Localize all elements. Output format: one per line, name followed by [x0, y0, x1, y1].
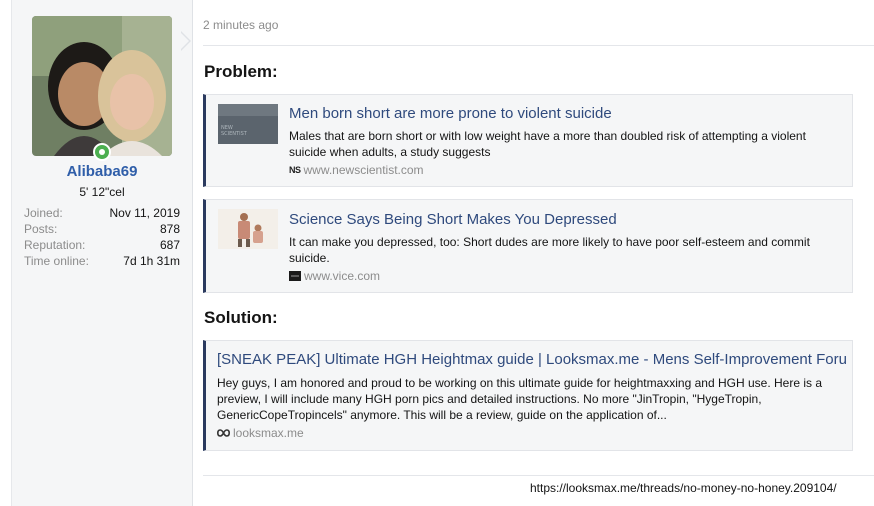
stat-time-online: Time online: 7d 1h 31m	[24, 253, 180, 269]
user-panel: Alibaba69 5' 12"cel Joined: Nov 11, 2019…	[11, 0, 193, 506]
stat-joined: Joined: Nov 11, 2019	[24, 205, 180, 221]
preview-title-link[interactable]: [SNEAK PEAK] Ultimate HGH Heightmax guid…	[217, 351, 847, 368]
link-preview-card[interactable]: Science Says Being Short Makes You Depre…	[203, 199, 853, 293]
divider	[203, 45, 874, 46]
preview-description: Hey guys, I am honored and proud to be w…	[217, 376, 822, 422]
stat-value: 687	[159, 238, 180, 252]
user-title: 5' 12"cel	[79, 185, 125, 199]
preview-description: Males that are born short or with low we…	[289, 129, 806, 159]
username-link[interactable]: Alibaba69	[12, 163, 192, 180]
preview-source[interactable]: NS www.newscientist.com	[289, 163, 424, 177]
avatar-image	[32, 16, 172, 156]
preview-description: It can make you depressed, too: Short du…	[289, 235, 810, 265]
preview-title-link[interactable]: Science Says Being Short Makes You Depre…	[289, 211, 617, 228]
newscientist-icon: NS	[289, 165, 301, 175]
stat-value[interactable]: 878	[160, 221, 180, 237]
preview-source-domain: looksmax.me	[233, 426, 304, 440]
preview-thumbnail	[218, 209, 278, 249]
stat-value: Nov 11, 2019	[109, 206, 181, 220]
vice-icon	[289, 271, 301, 281]
stat-label: Reputation:	[24, 238, 86, 252]
preview-source[interactable]: looksmax.me	[217, 426, 304, 440]
thread-url-text[interactable]: https://looksmax.me/threads/no-money-no-…	[530, 481, 837, 495]
post-body: 2 minutes ago Problem: NEW SCIENTIST Men…	[203, 0, 874, 506]
post-timestamp[interactable]: 2 minutes ago	[203, 18, 278, 32]
stat-posts: Posts: 878	[24, 221, 180, 237]
preview-source-domain: www.newscientist.com	[303, 163, 424, 177]
link-preview-card[interactable]: [SNEAK PEAK] Ultimate HGH Heightmax guid…	[203, 340, 853, 451]
stat-value: 7d 1h 31m	[123, 254, 180, 268]
divider	[203, 475, 874, 476]
solution-heading: Solution:	[204, 308, 278, 327]
preview-source[interactable]: www.vice.com	[289, 269, 380, 283]
user-stats: Joined: Nov 11, 2019 Posts: 878 Reputati…	[24, 205, 180, 269]
preview-thumbnail: NEW SCIENTIST	[218, 104, 278, 144]
link-preview-card[interactable]: NEW SCIENTIST Men born short are more pr…	[203, 94, 853, 187]
online-status-icon	[93, 143, 111, 161]
stat-label: Posts:	[24, 222, 58, 236]
stat-label: Time online:	[24, 254, 89, 268]
infinity-icon	[217, 429, 230, 437]
problem-heading: Problem:	[204, 62, 278, 81]
panel-arrow	[180, 31, 191, 51]
stat-label: Joined:	[24, 206, 63, 220]
svg-text:SCIENTIST: SCIENTIST	[221, 131, 248, 137]
stat-reputation: Reputation: 687	[24, 237, 180, 253]
preview-source-domain: www.vice.com	[304, 269, 381, 283]
preview-title-link[interactable]: Men born short are more prone to violent…	[289, 105, 612, 122]
avatar[interactable]	[32, 16, 172, 156]
